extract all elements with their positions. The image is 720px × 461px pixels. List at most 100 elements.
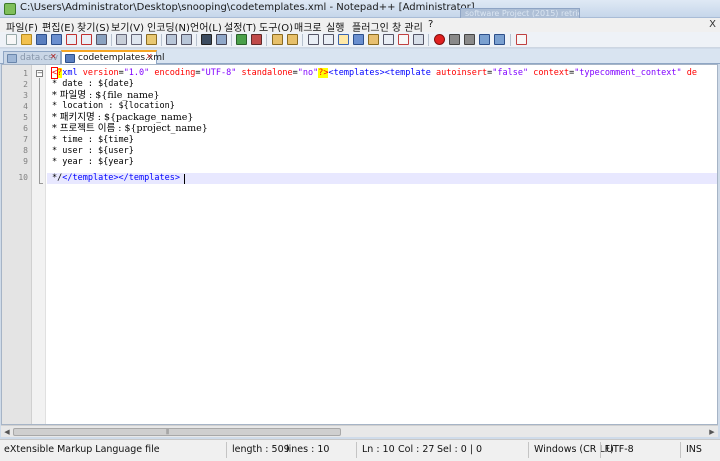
horizontal-scrollbar[interactable]: ◀ ||| ▶	[1, 425, 718, 437]
menu-help[interactable]: ?	[428, 19, 433, 30]
code-token: xml	[62, 68, 78, 78]
code-token: "1.0"	[123, 68, 150, 78]
status-separator	[226, 442, 227, 458]
text-caret	[184, 174, 185, 184]
tab-strip: data.csv ✕ codetemplates.xml ✕	[0, 49, 720, 65]
status-lines: lines : 10	[286, 444, 330, 455]
scroll-right-icon[interactable]: ▶	[707, 427, 717, 437]
code-line-3: * 파일명 : ${file_name}	[52, 90, 160, 101]
status-file-type: eXtensible Markup Language file	[4, 444, 160, 455]
print-icon[interactable]	[96, 34, 107, 45]
line-number: 3	[23, 91, 28, 100]
toolbar-separator	[266, 34, 267, 46]
close-icon[interactable]	[66, 34, 77, 45]
editor-area[interactable]: 1 2 3 4 5 6 7 8 9 10 − <?xml version="1.…	[1, 64, 718, 425]
fold-line	[39, 78, 40, 183]
tab-close-icon[interactable]: ✕	[50, 53, 58, 61]
status-separator	[680, 442, 681, 458]
code-token: encoding	[154, 68, 196, 78]
doc-map-icon[interactable]	[368, 34, 379, 45]
code-token: </template>	[62, 173, 119, 183]
playback-icon[interactable]	[464, 34, 475, 45]
toolbar-separator	[111, 34, 112, 46]
status-separator	[356, 442, 357, 458]
sync-vertical-icon[interactable]	[272, 34, 283, 45]
title-bar: C:\Users\Administrator\Desktop\snooping\…	[0, 0, 720, 20]
status-mode: INS	[686, 444, 702, 455]
record-macro-icon[interactable]	[434, 34, 445, 45]
folder-workspace-icon[interactable]	[398, 34, 409, 45]
code-line-10: */</template></templates>	[52, 173, 180, 184]
toolbar-separator	[302, 34, 303, 46]
paste-icon[interactable]	[146, 34, 157, 45]
fold-toggle-icon[interactable]: −	[36, 70, 43, 77]
status-separator	[528, 442, 529, 458]
line-number: 7	[23, 135, 28, 144]
new-file-icon[interactable]	[6, 34, 17, 45]
find-icon[interactable]	[201, 34, 212, 45]
save-all-icon[interactable]	[51, 34, 62, 45]
code-token: */	[52, 173, 63, 183]
tab-data-csv[interactable]: data.csv ✕	[3, 51, 61, 65]
line-number: 1	[23, 69, 28, 78]
line-number: 6	[23, 124, 28, 133]
monitoring-icon[interactable]	[413, 34, 424, 45]
indent-guide-icon[interactable]	[338, 34, 349, 45]
code-line-2: * date : ${date}	[52, 79, 134, 89]
code-line-6: * 프로젝트 이름 : ${project_name}	[52, 123, 208, 134]
toolbar	[0, 32, 720, 48]
status-bar: eXtensible Markup Language file length :…	[0, 439, 720, 461]
open-file-icon[interactable]	[21, 34, 32, 45]
redo-icon[interactable]	[181, 34, 192, 45]
word-wrap-icon[interactable]	[308, 34, 319, 45]
toolbar-separator	[161, 34, 162, 46]
fold-end	[39, 183, 43, 184]
function-list-icon[interactable]	[383, 34, 394, 45]
run-multiple-icon[interactable]	[479, 34, 490, 45]
code-token: "no"	[297, 68, 319, 78]
line-number: 10	[18, 173, 28, 182]
define-language-icon[interactable]	[353, 34, 364, 45]
tab-codetemplates-xml[interactable]: codetemplates.xml ✕	[61, 50, 164, 65]
show-all-chars-icon[interactable]	[323, 34, 334, 45]
code-token: context	[533, 68, 570, 78]
code-token: </templates>	[118, 173, 180, 183]
code-line-4: * location : ${location}	[52, 101, 175, 111]
line-number: 2	[23, 80, 28, 89]
cut-icon[interactable]	[116, 34, 127, 45]
replace-icon[interactable]	[216, 34, 227, 45]
code-token: standalone	[241, 68, 293, 78]
status-eol: Windows (CR LF)	[534, 444, 614, 455]
toolbar-separator	[510, 34, 511, 46]
status-sel: Sel : 0 | 0	[437, 444, 483, 455]
code-token: version	[82, 68, 119, 78]
status-length: length : 509	[232, 444, 290, 455]
code-token: "UTF-8"	[200, 68, 237, 78]
save-macro-icon[interactable]	[494, 34, 505, 45]
code-token: <templates>	[328, 68, 385, 78]
code-token: ?>	[318, 68, 329, 78]
scrollbar-thumb[interactable]	[13, 428, 341, 436]
status-col: Col : 27	[398, 444, 435, 455]
toolbar-separator	[231, 34, 232, 46]
line-number: 5	[23, 113, 28, 122]
save-icon[interactable]	[36, 34, 47, 45]
stop-recording-icon[interactable]	[449, 34, 460, 45]
sync-horizontal-icon[interactable]	[287, 34, 298, 45]
undo-icon[interactable]	[166, 34, 177, 45]
close-all-icon[interactable]	[81, 34, 92, 45]
zoom-in-icon[interactable]	[236, 34, 247, 45]
spell-check-icon[interactable]	[516, 34, 527, 45]
line-number: 8	[23, 146, 28, 155]
code-line-9: * year : ${year}	[52, 157, 134, 167]
tab-close-icon[interactable]: ✕	[146, 53, 154, 61]
close-doc-button[interactable]: X	[709, 19, 716, 30]
code-token: <template	[384, 68, 431, 78]
copy-icon[interactable]	[131, 34, 142, 45]
scroll-left-icon[interactable]: ◀	[2, 427, 12, 437]
zoom-out-icon[interactable]	[251, 34, 262, 45]
code-line-1: <?xml version="1.0" encoding="UTF-8" sta…	[50, 67, 698, 79]
toolbar-separator	[196, 34, 197, 46]
code-line-5: * 패키지명 : ${package_name}	[52, 112, 194, 123]
status-encoding: UTF-8	[606, 444, 634, 455]
